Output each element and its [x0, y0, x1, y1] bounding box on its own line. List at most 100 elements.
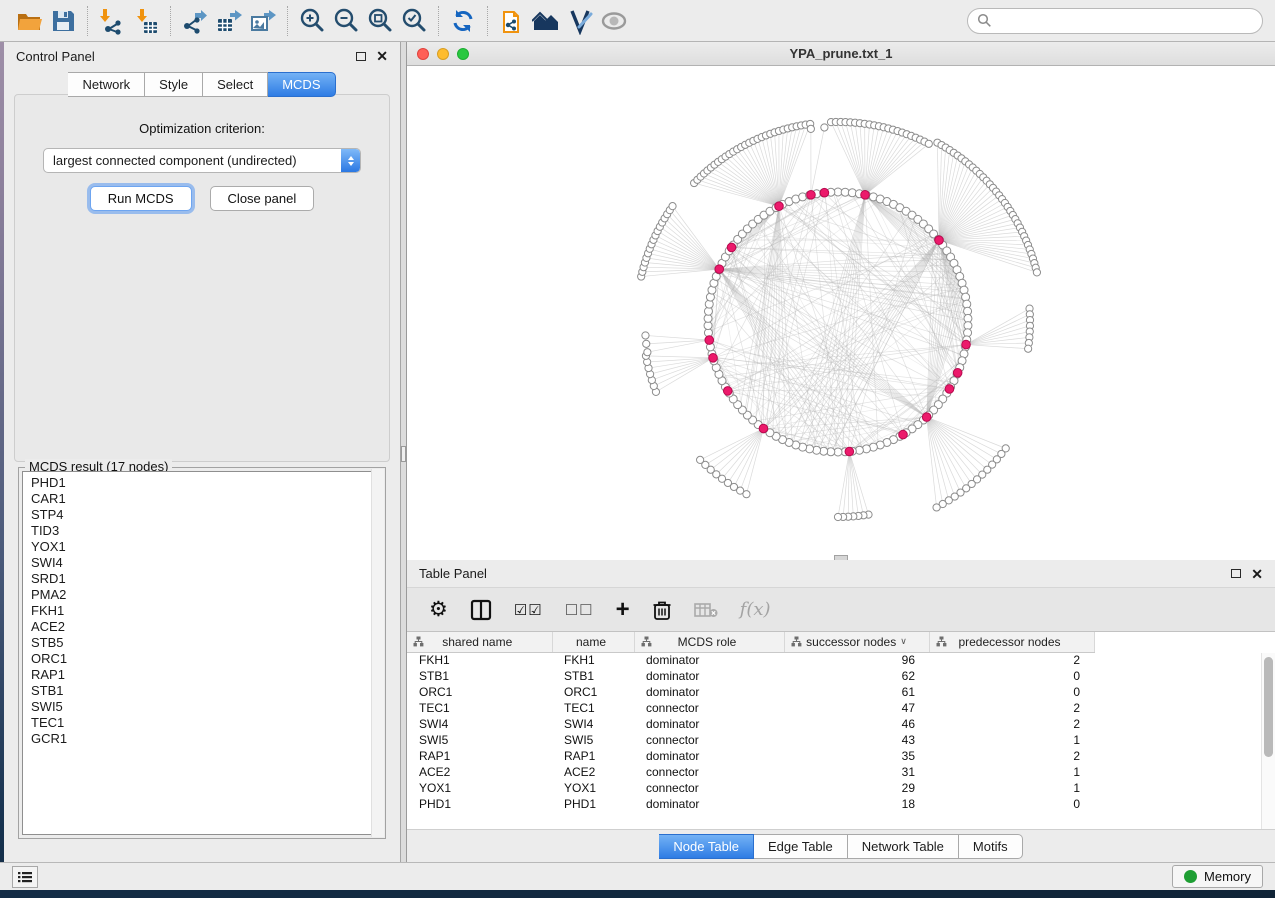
mcds-result-item[interactable]: FKH1 [31, 603, 381, 619]
mcds-result-list[interactable]: PHD1 CAR1 STP4 TID3 YOX1 SWI4 SRD1 PMA2 … [22, 471, 382, 835]
memory-button[interactable]: Memory [1172, 865, 1263, 888]
control-panel-tab[interactable]: Select [203, 72, 268, 97]
add-column-icon[interactable]: + [616, 595, 630, 625]
task-history-icon[interactable] [12, 866, 38, 888]
cell-name[interactable]: SWI4 [552, 716, 634, 732]
cell-successor-nodes[interactable]: 29 [784, 780, 929, 796]
cell-predecessor-nodes[interactable]: 1 [929, 732, 1094, 748]
splitter-handle[interactable] [401, 446, 406, 462]
table-tab[interactable]: Node Table [659, 834, 754, 859]
mcds-result-item[interactable]: STB5 [31, 635, 381, 651]
cell-successor-nodes[interactable]: 46 [784, 716, 929, 732]
mcds-result-item[interactable]: TEC1 [31, 715, 381, 731]
network-graph[interactable] [407, 66, 1275, 559]
cell-name[interactable]: TEC1 [552, 700, 634, 716]
table-row[interactable]: SWI5 SWI5 connector 43 1 [407, 732, 1275, 748]
table-row[interactable]: ACE2 ACE2 connector 31 1 [407, 764, 1275, 780]
refresh-layout-icon[interactable] [446, 4, 480, 38]
zoom-fit-icon[interactable] [363, 4, 397, 38]
mcds-result-item[interactable]: SRD1 [31, 571, 381, 587]
cell-shared-name[interactable]: STB1 [407, 668, 552, 684]
select-all-checked-icon[interactable]: ☑☑ [514, 595, 543, 625]
mcds-result-item[interactable]: SWI4 [31, 555, 381, 571]
cell-predecessor-nodes[interactable]: 0 [929, 796, 1094, 812]
close-table-panel-icon[interactable]: ✕ [1251, 569, 1263, 579]
column-header[interactable]: successor nodes∨ [784, 632, 929, 652]
cell-successor-nodes[interactable]: 61 [784, 684, 929, 700]
cell-name[interactable]: SWI5 [552, 732, 634, 748]
cell-predecessor-nodes[interactable]: 2 [929, 716, 1094, 732]
cell-predecessor-nodes[interactable]: 0 [929, 684, 1094, 700]
cell-shared-name[interactable]: TEC1 [407, 700, 552, 716]
import-table-icon[interactable] [129, 4, 163, 38]
mcds-result-item[interactable]: GCR1 [31, 731, 381, 747]
criterion-select[interactable]: largest connected component (undirected) [43, 148, 361, 173]
table-row[interactable]: SWI4 SWI4 dominator 46 2 [407, 716, 1275, 732]
open-file-icon[interactable] [12, 4, 46, 38]
cell-mcds-role[interactable]: connector [634, 732, 784, 748]
table-row[interactable]: ORC1 ORC1 dominator 61 0 [407, 684, 1275, 700]
zoom-out-icon[interactable] [329, 4, 363, 38]
cell-successor-nodes[interactable]: 35 [784, 748, 929, 764]
cell-mcds-role[interactable]: connector [634, 700, 784, 716]
cell-mcds-role[interactable]: dominator [634, 748, 784, 764]
delete-column-trash-icon[interactable] [652, 595, 672, 625]
mcds-result-item[interactable]: ACE2 [31, 619, 381, 635]
control-panel-tab[interactable]: Style [145, 72, 203, 97]
control-panel-tab[interactable]: MCDS [268, 72, 335, 97]
table-row[interactable]: YOX1 YOX1 connector 29 1 [407, 780, 1275, 796]
float-table-panel-icon[interactable] [1231, 569, 1241, 578]
float-panel-icon[interactable] [356, 52, 366, 61]
deselect-all-unchecked-icon[interactable]: ☐☐ [565, 595, 594, 625]
cell-mcds-role[interactable]: dominator [634, 684, 784, 700]
show-columns-icon[interactable] [470, 595, 492, 625]
cell-successor-nodes[interactable]: 43 [784, 732, 929, 748]
cell-shared-name[interactable]: SWI5 [407, 732, 552, 748]
cell-name[interactable]: ACE2 [552, 764, 634, 780]
control-panel-tab[interactable]: Network [68, 72, 145, 97]
table-row[interactable]: PHD1 PHD1 dominator 18 0 [407, 796, 1275, 812]
table-row[interactable]: RAP1 RAP1 dominator 35 2 [407, 748, 1275, 764]
cell-mcds-role[interactable]: dominator [634, 668, 784, 684]
import-network-icon[interactable] [95, 4, 129, 38]
cell-name[interactable]: YOX1 [552, 780, 634, 796]
save-session-icon[interactable] [46, 4, 80, 38]
column-header[interactable]: predecessor nodes [929, 632, 1094, 652]
cell-shared-name[interactable]: RAP1 [407, 748, 552, 764]
cell-mcds-role[interactable]: connector [634, 780, 784, 796]
hide-selected-icon[interactable] [597, 4, 631, 38]
show-all-networks-icon[interactable] [529, 4, 563, 38]
network-titlebar[interactable]: YPA_prune.txt_1 [407, 42, 1275, 66]
vizmapper-icon[interactable] [563, 4, 597, 38]
mcds-result-item[interactable]: TID3 [31, 523, 381, 539]
cell-successor-nodes[interactable]: 62 [784, 668, 929, 684]
cell-predecessor-nodes[interactable]: 2 [929, 700, 1094, 716]
cell-successor-nodes[interactable]: 47 [784, 700, 929, 716]
column-header[interactable]: name [552, 632, 634, 652]
table-tab[interactable]: Motifs [959, 834, 1023, 859]
search-field[interactable] [967, 8, 1263, 34]
cell-mcds-role[interactable]: connector [634, 764, 784, 780]
table-tab[interactable]: Edge Table [754, 834, 848, 859]
run-mcds-button[interactable]: Run MCDS [90, 186, 192, 211]
cell-successor-nodes[interactable]: 96 [784, 652, 929, 668]
cell-name[interactable]: PHD1 [552, 796, 634, 812]
new-network-from-selection-icon[interactable] [495, 4, 529, 38]
cell-mcds-role[interactable]: dominator [634, 716, 784, 732]
export-table-icon[interactable] [212, 4, 246, 38]
cell-shared-name[interactable]: ACE2 [407, 764, 552, 780]
table-scrollbar-thumb[interactable] [1264, 657, 1273, 757]
mcds-result-item[interactable]: STB1 [31, 683, 381, 699]
cell-successor-nodes[interactable]: 31 [784, 764, 929, 780]
cell-name[interactable]: ORC1 [552, 684, 634, 700]
zoom-selected-icon[interactable] [397, 4, 431, 38]
column-header[interactable]: MCDS role [634, 632, 784, 652]
cell-name[interactable]: STB1 [552, 668, 634, 684]
cell-shared-name[interactable]: PHD1 [407, 796, 552, 812]
cell-successor-nodes[interactable]: 18 [784, 796, 929, 812]
cell-predecessor-nodes[interactable]: 2 [929, 652, 1094, 668]
mcds-result-item[interactable]: STP4 [31, 507, 381, 523]
export-network-icon[interactable] [178, 4, 212, 38]
cell-mcds-role[interactable]: dominator [634, 652, 784, 668]
cell-predecessor-nodes[interactable]: 2 [929, 748, 1094, 764]
